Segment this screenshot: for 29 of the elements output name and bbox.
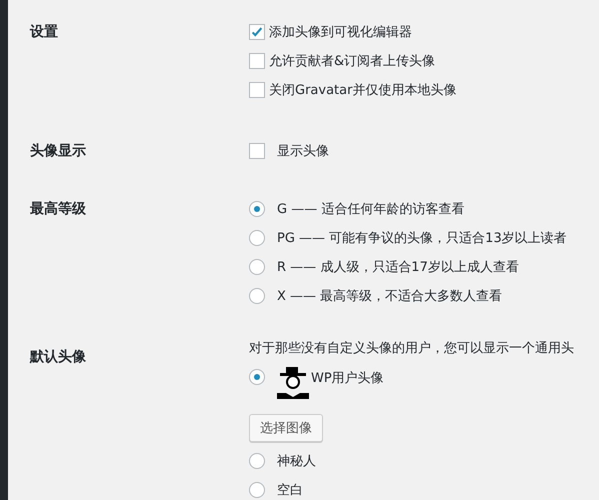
radio-button[interactable]: [249, 230, 265, 246]
checkbox[interactable]: [249, 82, 265, 98]
checkbox[interactable]: [249, 24, 265, 40]
hat-figure-icon: [277, 367, 309, 399]
radio-button[interactable]: [249, 482, 265, 498]
option-label: 显示头像: [277, 143, 329, 160]
option-label: WP用户头像: [311, 370, 384, 387]
checkbox[interactable]: [249, 53, 265, 69]
radio-button[interactable]: [249, 288, 265, 304]
checkbox[interactable]: [249, 143, 265, 159]
option-label: 神秘人: [277, 453, 316, 470]
option-label: 允许贡献者&订阅者上传头像: [269, 53, 436, 70]
section-label: 设置: [28, 23, 59, 42]
section-label: 头像显示: [29, 142, 87, 161]
section-label: 最高等级: [29, 200, 87, 219]
radio-button[interactable]: [249, 453, 265, 469]
choose-image-button[interactable]: 选择图像: [249, 414, 323, 442]
option-label: 关闭Gravatar并仅使用本地头像: [269, 82, 456, 99]
radio-button[interactable]: [249, 259, 265, 275]
section-label: 默认头像: [28, 348, 87, 367]
description-text: 对于那些没有自定义头像的用户，您可以显示一个通用头: [249, 340, 574, 358]
option-label: X —— 最高等级，不适合大多数人查看: [277, 288, 502, 305]
option-label: PG —— 可能有争议的头像，只适合13岁以上读者: [277, 230, 567, 247]
radio-button[interactable]: [249, 369, 265, 385]
radio-button[interactable]: [249, 201, 265, 217]
option-label: G —— 适合任何年龄的访客查看: [277, 201, 464, 218]
option-label: 空白: [277, 482, 303, 499]
option-label: R —— 成人级，只适合17岁以上成人查看: [277, 259, 519, 276]
option-label: 添加头像到可视化编辑器: [269, 24, 412, 41]
